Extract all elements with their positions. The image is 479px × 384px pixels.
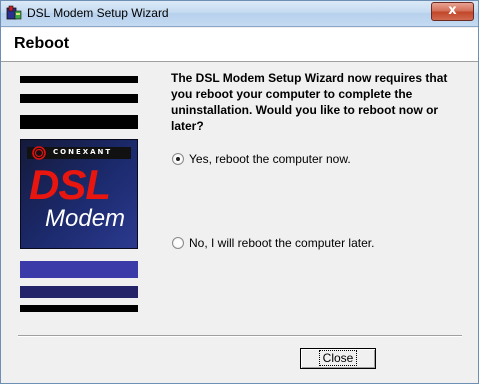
close-icon: x <box>448 3 457 18</box>
installer-app-icon <box>6 5 22 20</box>
product-name-modem: Modem <box>45 205 126 232</box>
wizard-header: Reboot <box>1 28 478 62</box>
banner-stripe <box>20 261 138 278</box>
reboot-later-option[interactable]: No, I will reboot the computer later. <box>172 236 374 250</box>
reboot-later-label[interactable]: No, I will reboot the computer later. <box>189 236 374 250</box>
setup-wizard-window: DSL Modem Setup Wizard x Reboot CONEXANT… <box>0 0 479 384</box>
reboot-later-radio[interactable] <box>172 237 184 249</box>
footer-separator <box>18 335 462 337</box>
close-button-label: Close <box>318 350 358 366</box>
dsl-modem-logo: CONEXANT DSL Modem <box>20 139 138 249</box>
reboot-message: The DSL Modem Setup Wizard now requires … <box>171 71 448 133</box>
banner-stripe <box>20 286 138 298</box>
banner-stripe <box>20 76 138 83</box>
window-close-button[interactable]: x <box>431 2 474 21</box>
banner-stripe <box>20 115 138 129</box>
product-name-dsl: DSL <box>29 161 111 208</box>
close-button[interactable]: Close <box>300 348 376 369</box>
reboot-now-label[interactable]: Yes, reboot the computer now. <box>189 152 351 166</box>
title-bar[interactable]: DSL Modem Setup Wizard x <box>1 1 478 27</box>
wizard-banner: CONEXANT DSL Modem <box>20 76 138 312</box>
brand-name: CONEXANT <box>53 148 113 156</box>
window-title: DSL Modem Setup Wizard <box>27 6 169 20</box>
page-title: Reboot <box>14 35 70 52</box>
banner-stripe <box>20 94 138 103</box>
banner-stripe <box>20 305 138 312</box>
reboot-now-radio[interactable] <box>172 153 184 165</box>
reboot-now-option[interactable]: Yes, reboot the computer now. <box>172 152 351 166</box>
